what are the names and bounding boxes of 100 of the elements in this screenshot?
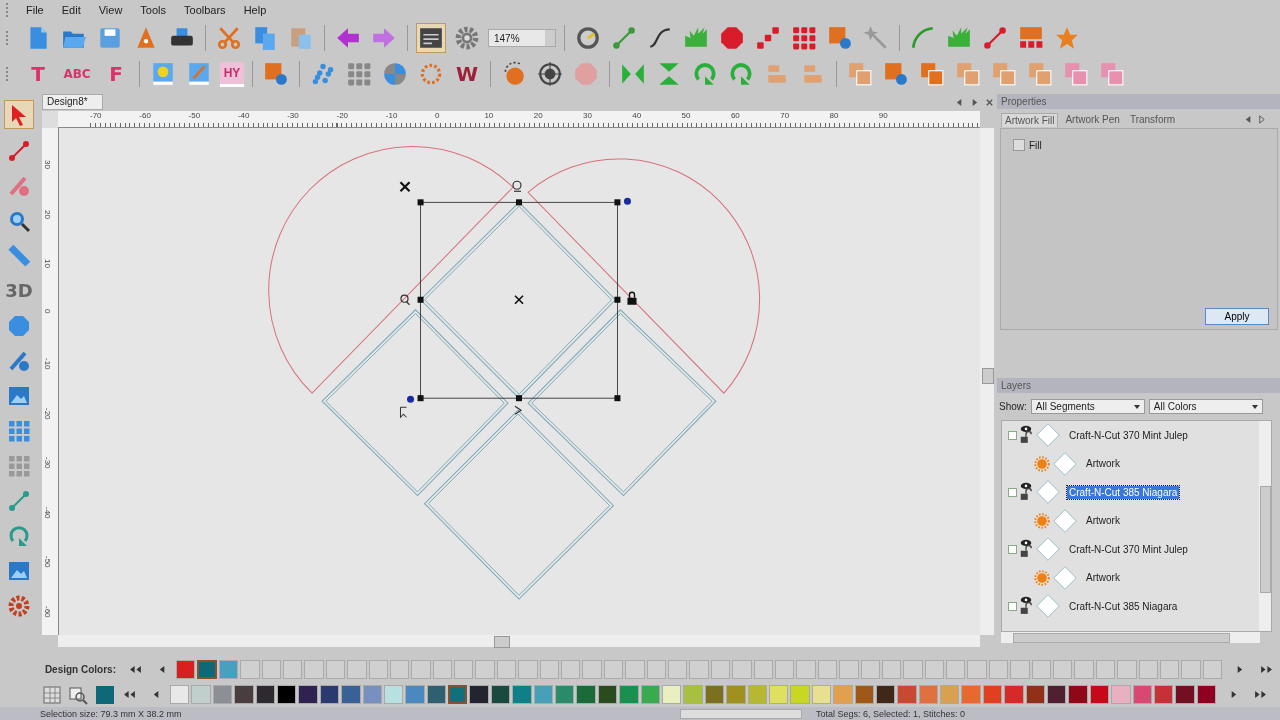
- color-swatch[interactable]: [212, 685, 233, 704]
- rotate-handle-icon[interactable]: [512, 180, 522, 192]
- resize-handle[interactable]: [417, 395, 424, 402]
- color-swatch[interactable]: [1068, 685, 1088, 704]
- scroll-left-icon[interactable]: [955, 97, 964, 107]
- properties-tab[interactable]: Transform: [1126, 113, 1179, 126]
- settings-icon[interactable]: [7, 593, 31, 618]
- color-swatch[interactable]: [1025, 685, 1045, 704]
- color-swatch[interactable]: [1153, 685, 1174, 704]
- rotate-icon[interactable]: [728, 61, 754, 87]
- layers-icon[interactable]: [991, 61, 1017, 87]
- layers-icon[interactable]: [1027, 61, 1053, 87]
- scroll-right-icon[interactable]: [970, 97, 979, 107]
- color-swatch[interactable]: [469, 685, 489, 704]
- color-swatch[interactable]: [918, 685, 939, 704]
- node-handle[interactable]: [623, 197, 631, 205]
- swatch-grid-icon[interactable]: [42, 684, 62, 705]
- last-icon[interactable]: [1254, 690, 1267, 699]
- layer-item[interactable]: Artwork: [1084, 571, 1122, 585]
- rotate-icon[interactable]: [7, 523, 31, 548]
- color-swatch[interactable]: [170, 685, 190, 704]
- menu-item[interactable]: Help: [234, 4, 276, 16]
- layers-icon[interactable]: [1063, 61, 1089, 87]
- text-tool-icon[interactable]: W: [452, 60, 482, 88]
- properties-tab[interactable]: Artwork Pen: [1062, 113, 1123, 126]
- color-swatch[interactable]: [533, 685, 554, 704]
- color-swatch[interactable]: [982, 685, 1003, 704]
- color-swatch[interactable]: [811, 685, 832, 704]
- first-icon[interactable]: [123, 690, 136, 699]
- layer-item[interactable]: Artwork: [1084, 457, 1122, 471]
- menu-item[interactable]: Edit: [52, 4, 90, 16]
- color-swatch[interactable]: [319, 685, 340, 704]
- color-swatch[interactable]: [362, 685, 382, 704]
- layer-name[interactable]: Craft-N-Cut 385 Niagara: [1067, 485, 1180, 499]
- color-swatch[interactable]: [1111, 685, 1131, 704]
- skew-handle-icon[interactable]: [514, 405, 523, 415]
- fill-checkbox[interactable]: [1013, 139, 1025, 151]
- color-swatch[interactable]: [405, 685, 425, 704]
- color-swatch[interactable]: [897, 685, 917, 704]
- color-swatch[interactable]: [790, 685, 810, 704]
- settings-icon[interactable]: [454, 25, 480, 51]
- color-swatch[interactable]: [726, 685, 746, 704]
- ring-icon[interactable]: [418, 61, 444, 87]
- book-icon[interactable]: [150, 61, 176, 87]
- line-icon[interactable]: [7, 488, 31, 513]
- line-icon[interactable]: [7, 138, 31, 163]
- color-swatch[interactable]: [961, 685, 981, 704]
- color-swatch[interactable]: [597, 685, 618, 704]
- pattern-icon[interactable]: [310, 61, 336, 87]
- gauge-icon[interactable]: [575, 25, 601, 51]
- color-swatch[interactable]: [197, 660, 217, 679]
- color-swatch[interactable]: [1004, 685, 1024, 704]
- layer-name[interactable]: Craft-N-Cut 370 Mint Julep: [1067, 428, 1190, 442]
- color-swatch[interactable]: [747, 685, 767, 704]
- layer-name[interactable]: Craft-N-Cut 370 Mint Julep: [1067, 542, 1190, 556]
- apply-button[interactable]: Apply: [1205, 308, 1269, 325]
- menu-item[interactable]: Toolbars: [175, 4, 235, 16]
- color-icon[interactable]: [827, 25, 853, 51]
- layers-icon[interactable]: [1099, 61, 1125, 87]
- collapse-icon[interactable]: [1008, 601, 1017, 611]
- book-icon[interactable]: [186, 61, 212, 87]
- color-swatch[interactable]: [176, 660, 196, 679]
- color-swatch[interactable]: [875, 685, 896, 704]
- layer-item[interactable]: Artwork: [1084, 514, 1122, 528]
- resize-handle[interactable]: [417, 199, 424, 206]
- grid-icon[interactable]: [791, 25, 817, 51]
- color-swatch[interactable]: [1132, 685, 1152, 704]
- star-icon[interactable]: [1054, 25, 1080, 51]
- resize-handle[interactable]: [516, 395, 522, 402]
- layer-name[interactable]: Craft-N-Cut 385 Niagara: [1067, 599, 1180, 613]
- current-color-swatch[interactable]: [96, 685, 114, 704]
- octagon-icon[interactable]: [7, 313, 31, 338]
- layers-icon[interactable]: [919, 61, 945, 87]
- color-swatch[interactable]: [555, 685, 575, 704]
- color-swatch[interactable]: [854, 685, 874, 704]
- line-icon[interactable]: [982, 25, 1008, 51]
- blocks-icon[interactable]: [1018, 25, 1044, 51]
- segment-dropdown[interactable]: All Segments: [1030, 399, 1145, 414]
- clipboard-icon[interactable]: [288, 25, 314, 51]
- rotate-icon[interactable]: [692, 61, 718, 87]
- dots-icon[interactable]: [755, 25, 781, 51]
- collapse-icon[interactable]: [1008, 430, 1017, 440]
- lock-icon[interactable]: [627, 291, 637, 305]
- color-swatch[interactable]: [234, 685, 254, 704]
- resize-handle[interactable]: [614, 395, 621, 402]
- collapse-icon[interactable]: [1008, 487, 1017, 497]
- color-swatch[interactable]: [704, 685, 725, 704]
- menu-item[interactable]: Tools: [131, 4, 176, 16]
- line-icon[interactable]: [611, 25, 637, 51]
- color-swatch[interactable]: [191, 685, 211, 704]
- color-swatch[interactable]: [940, 685, 960, 704]
- first-icon[interactable]: [129, 665, 142, 674]
- horizontal-scrollbar[interactable]: [1001, 632, 1260, 643]
- vertical-scrollbar[interactable]: [1259, 421, 1271, 631]
- color-swatch[interactable]: [276, 685, 297, 704]
- arc-icon[interactable]: [910, 25, 936, 51]
- zoom-handle-icon[interactable]: [400, 294, 411, 306]
- grid-icon[interactable]: [7, 453, 31, 478]
- color-swatch[interactable]: [768, 685, 789, 704]
- color-swatch[interactable]: [662, 685, 682, 704]
